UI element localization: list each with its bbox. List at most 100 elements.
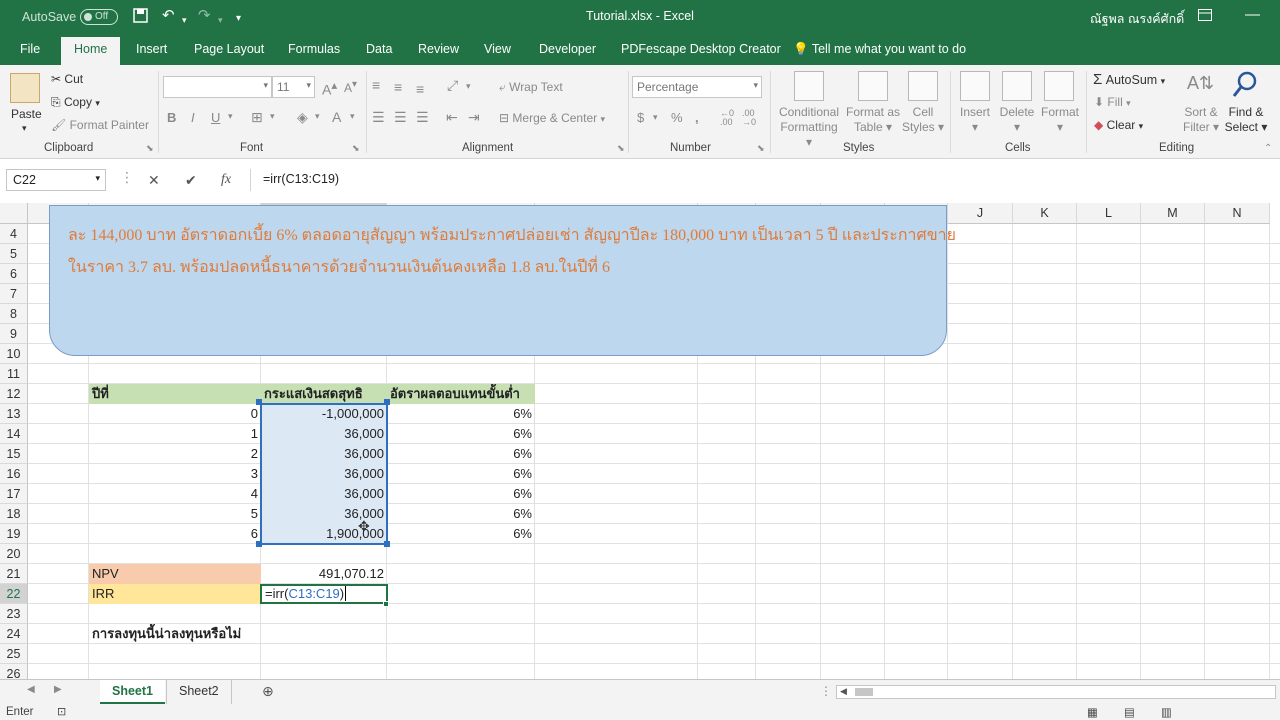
irr-label-cell[interactable]: IRR <box>89 584 261 604</box>
row-header-21[interactable]: 21 <box>0 564 28 584</box>
question-cell[interactable]: การลงทุนนี้น่าลงทุนหรือไม่ <box>89 624 289 644</box>
row-header-18[interactable]: 18 <box>0 504 28 524</box>
format-as-table-button[interactable]: Format as Table ▾ <box>843 105 903 135</box>
row-header-4[interactable]: 4 <box>0 224 28 244</box>
column-header-m[interactable]: M <box>1141 203 1205 224</box>
table-header-cell[interactable]: กระแสเงินสดสุทธิ <box>261 384 387 404</box>
scroll-handle-icon[interactable]: ⋮ <box>820 684 832 698</box>
tell-me-box[interactable]: 💡 Tell me what you want to do <box>793 42 966 57</box>
orientation-icon[interactable]: ⤢ <box>447 77 458 94</box>
copy-button[interactable]: ⎘ Copy ▾ <box>51 95 100 110</box>
underline-icon[interactable]: U <box>211 110 220 125</box>
row-header-10[interactable]: 10 <box>0 344 28 364</box>
prev-sheet-icon[interactable]: ◀ <box>27 684 35 695</box>
decrease-decimal-icon[interactable]: .00 →0 <box>742 109 756 127</box>
font-color-dropdown-icon[interactable]: ▾ <box>350 111 355 122</box>
column-header-n[interactable]: N <box>1205 203 1270 224</box>
sheet-tab-sheet2[interactable]: Sheet2 <box>166 680 232 704</box>
cell-styles-button[interactable]: Cell Styles ▾ <box>900 105 946 135</box>
cut-button[interactable]: ✂ Cut <box>51 72 83 86</box>
tab-developer[interactable]: Developer <box>539 42 596 56</box>
user-name[interactable]: ณัฐพล ณรงค์ศักดิ์ <box>1090 9 1184 29</box>
ribbon-display-icon[interactable] <box>1198 9 1212 25</box>
row-header-9[interactable]: 9 <box>0 324 28 344</box>
table-header-cell[interactable]: ปีที่ <box>89 384 261 404</box>
table-cell[interactable]: 6% <box>387 444 535 464</box>
horizontal-scrollbar[interactable]: ◀ <box>836 685 1276 699</box>
row-header-23[interactable]: 23 <box>0 604 28 624</box>
row-header-11[interactable]: 11 <box>0 364 28 384</box>
irr-formula-cell[interactable]: =irr(C13:C19) <box>260 584 388 604</box>
row-header-22[interactable]: 22 <box>0 584 28 604</box>
number-launcher-icon[interactable]: ⬊ <box>757 143 765 154</box>
wrap-text-button[interactable]: ⤶ Wrap Text <box>499 80 563 95</box>
fill-button[interactable]: ⬇ Fill ▾ <box>1094 95 1131 109</box>
delete-cells-button[interactable]: Delete ▾ <box>996 105 1038 135</box>
column-header-j[interactable]: J <box>948 203 1013 224</box>
table-cell[interactable]: 1 <box>89 424 261 444</box>
borders-dropdown-icon[interactable]: ▾ <box>270 111 275 122</box>
fill-handle[interactable] <box>383 601 389 607</box>
row-header-6[interactable]: 6 <box>0 264 28 284</box>
worksheet-grid[interactable]: ABCDEFGHIJKLMN 4567891011121314151617181… <box>0 203 1280 679</box>
decrease-font-icon[interactable]: A▾ <box>344 79 357 95</box>
normal-view-icon[interactable]: ▦ <box>1087 705 1098 719</box>
insert-function-icon[interactable]: fx <box>221 172 231 188</box>
align-left-icon[interactable]: ☰ <box>372 109 385 126</box>
sheet-tab-sheet1[interactable]: Sheet1 <box>100 680 165 704</box>
font-color-icon[interactable]: A <box>332 109 341 125</box>
row-header-17[interactable]: 17 <box>0 484 28 504</box>
comma-style-icon[interactable]: , <box>695 110 699 125</box>
formula-bar-handle-icon[interactable]: ⋮ <box>120 169 134 186</box>
percent-style-icon[interactable]: % <box>671 110 683 125</box>
align-center-icon[interactable]: ☰ <box>394 109 407 126</box>
borders-icon[interactable]: ⊞ <box>251 109 263 126</box>
column-header-l[interactable]: L <box>1077 203 1141 224</box>
conditional-formatting-button[interactable]: Conditional Formatting ▾ <box>776 105 842 150</box>
npv-value-cell[interactable]: 491,070.12 <box>261 564 387 584</box>
paste-dropdown-icon[interactable]: ▾ <box>22 123 27 134</box>
range-handle-tr[interactable] <box>384 399 390 405</box>
alignment-launcher-icon[interactable]: ⬊ <box>617 143 625 154</box>
macro-record-icon[interactable]: ⊡ <box>57 705 66 718</box>
range-handle-br[interactable] <box>384 541 390 547</box>
table-cell[interactable]: 6 <box>89 524 261 544</box>
page-break-view-icon[interactable]: ▥ <box>1161 705 1172 719</box>
table-cell[interactable]: 6% <box>387 424 535 444</box>
merge-center-button[interactable]: ⊟ Merge & Center ▾ <box>499 111 605 125</box>
table-cell[interactable]: 6% <box>387 464 535 484</box>
clipboard-launcher-icon[interactable]: ⬊ <box>146 143 154 154</box>
font-size-box[interactable]: 11 ▾ <box>272 76 315 98</box>
autosum-button[interactable]: Σ AutoSum ▾ <box>1093 71 1165 88</box>
fill-color-icon[interactable]: ◈ <box>297 109 308 126</box>
range-handle-tl[interactable] <box>256 399 262 405</box>
table-cell[interactable]: 5 <box>89 504 261 524</box>
tab-review[interactable]: Review <box>418 42 459 56</box>
row-header-8[interactable]: 8 <box>0 304 28 324</box>
orientation-dropdown-icon[interactable]: ▾ <box>466 81 471 92</box>
middle-align-icon[interactable]: ≡ <box>394 79 402 95</box>
range-handle-bl[interactable] <box>256 541 262 547</box>
add-sheet-icon[interactable]: ⊕ <box>262 683 274 700</box>
align-right-icon[interactable]: ☰ <box>416 109 429 126</box>
tab-pdfescape[interactable]: PDFescape Desktop Creator <box>621 42 781 56</box>
minimize-icon[interactable]: — <box>1245 7 1260 23</box>
font-name-box[interactable]: ▾ <box>163 76 272 98</box>
table-cell[interactable]: 6% <box>387 504 535 524</box>
next-sheet-icon[interactable]: ▶ <box>54 684 62 695</box>
tab-file[interactable]: File <box>20 42 40 56</box>
formula-input[interactable]: =irr(C13:C19) <box>250 169 1280 191</box>
top-align-icon[interactable]: ≡ <box>372 77 380 93</box>
table-cell[interactable]: 0 <box>89 404 261 424</box>
row-header-19[interactable]: 19 <box>0 524 28 544</box>
tab-view[interactable]: View <box>484 42 511 56</box>
paste-icon[interactable] <box>10 73 40 103</box>
row-header-26[interactable]: 26 <box>0 664 28 679</box>
scroll-left-icon[interactable]: ◀ <box>840 686 847 697</box>
tab-data[interactable]: Data <box>366 42 392 56</box>
accounting-icon[interactable]: $ <box>637 110 644 125</box>
tab-page-layout[interactable]: Page Layout <box>194 42 264 56</box>
row-header-15[interactable]: 15 <box>0 444 28 464</box>
column-header-k[interactable]: K <box>1013 203 1077 224</box>
bold-icon[interactable]: B <box>167 110 176 125</box>
